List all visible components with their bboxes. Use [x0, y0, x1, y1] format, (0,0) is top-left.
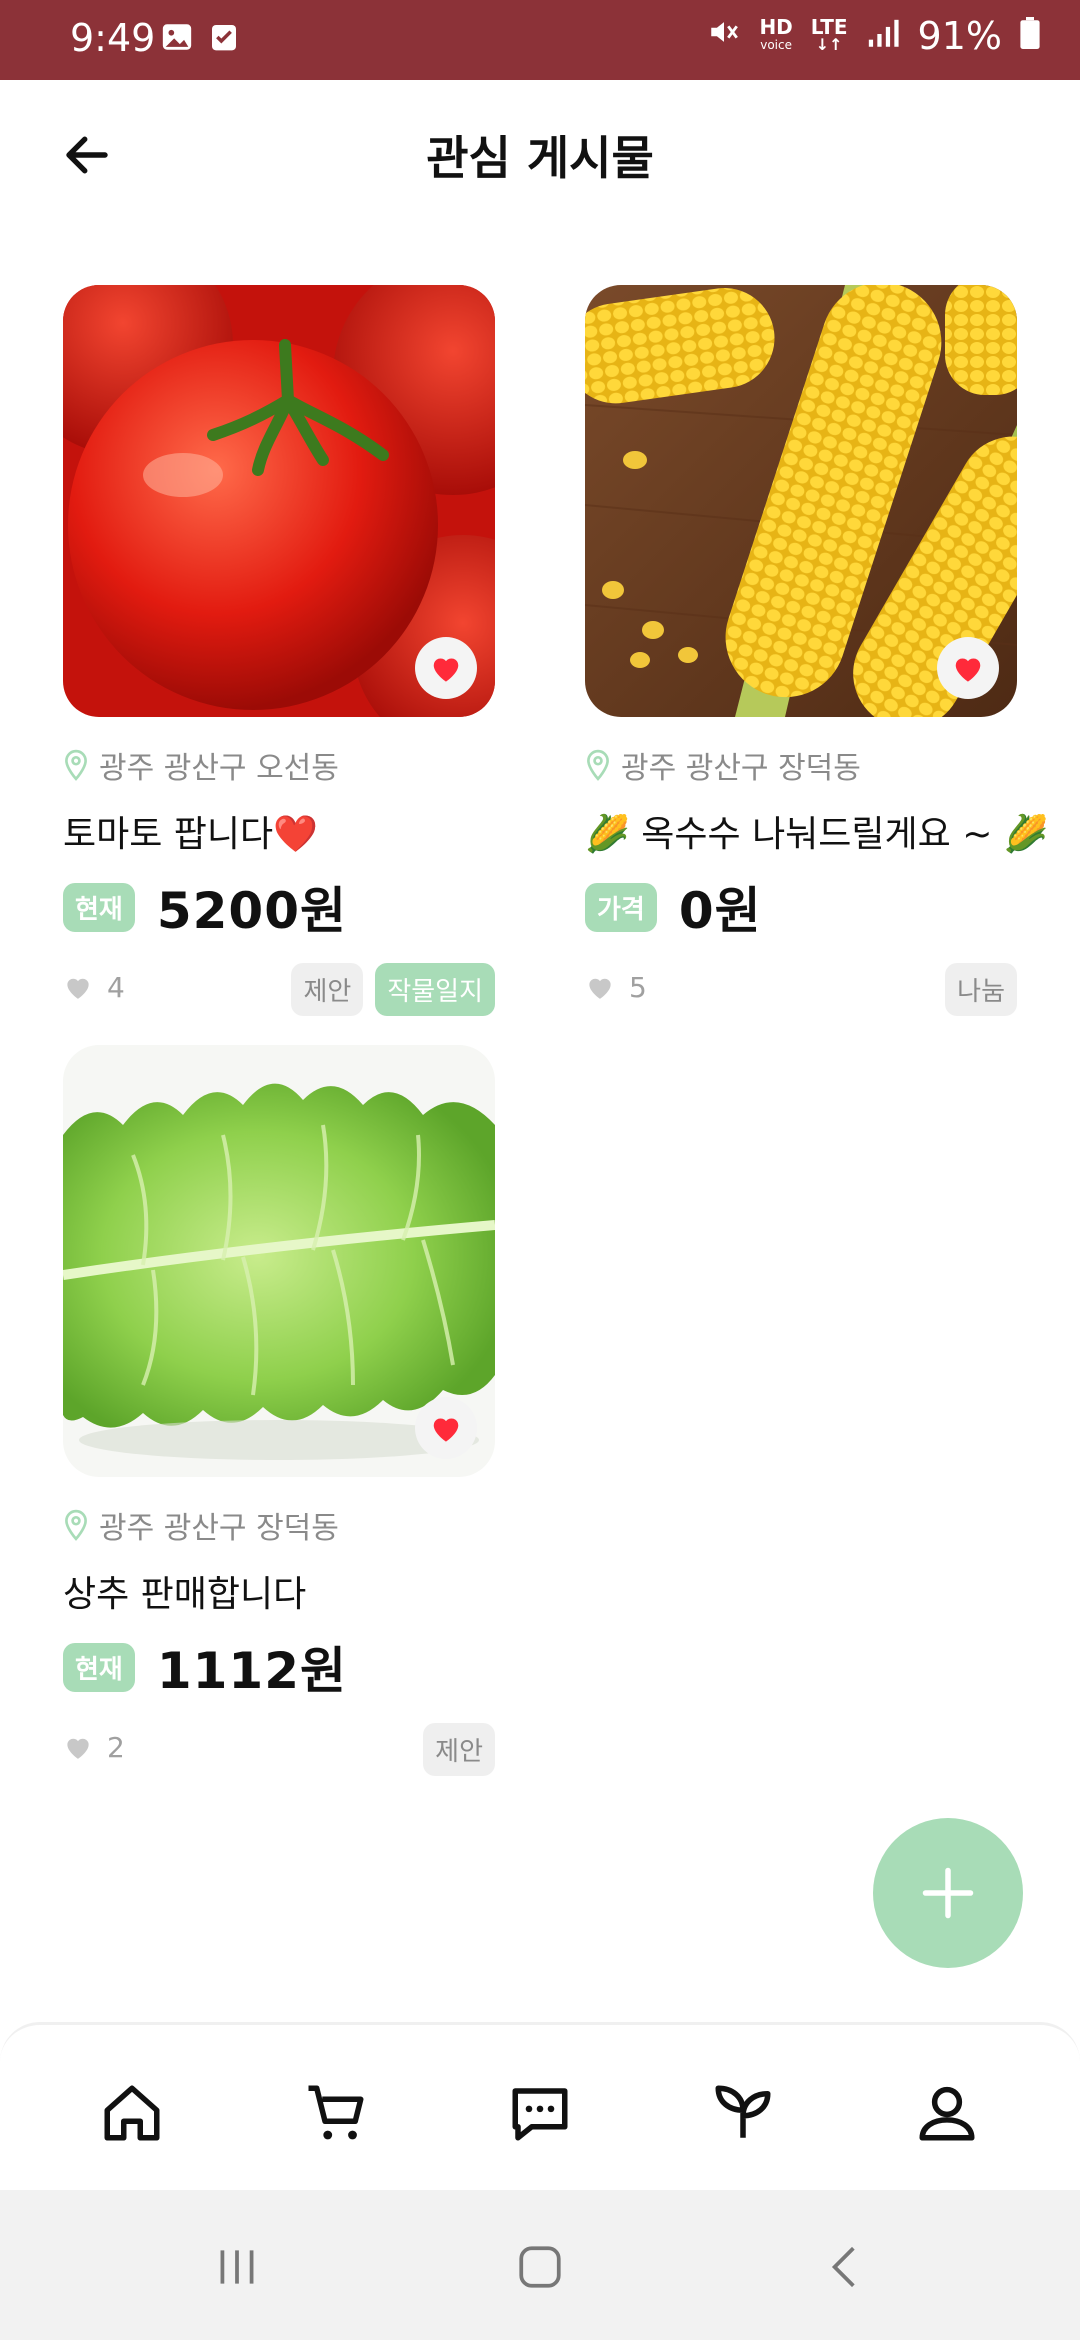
add-post-button[interactable] [873, 1818, 1023, 1968]
gallery-notification-icon [160, 20, 194, 58]
post-card[interactable]: 광주 광산구 오선동 토마토 팝니다❤️ 현재 5200원 4 제안 작물일지 [63, 285, 495, 1016]
heart-outline-icon [67, 1738, 89, 1759]
status-time: 9:49 [70, 16, 156, 60]
post-card[interactable]: 광주 광산구 장덕동 상추 판매합니다 현재 1112원 2 제안 [63, 1045, 495, 1776]
mute-icon [707, 14, 741, 58]
app-header: 관심 게시물 [0, 80, 1080, 230]
nav-home[interactable] [92, 2073, 172, 2153]
home-system-button[interactable] [515, 2242, 565, 2296]
tag-crop-diary[interactable]: 작물일지 [375, 963, 495, 1016]
task-notification-icon [208, 20, 240, 58]
recent-apps-button[interactable] [212, 2242, 262, 2296]
location-pin-icon [65, 749, 87, 781]
like-count: 4 [107, 970, 125, 1004]
nav-profile[interactable] [907, 2073, 987, 2153]
favorite-button[interactable] [415, 637, 477, 699]
price-value: 0원 [678, 882, 762, 940]
battery-percent: 91% [917, 14, 1002, 58]
price-value: 1112원 [156, 1642, 348, 1700]
status-bar: 9:49 HD voice LTE ↓↑ 91% [0, 0, 1080, 80]
tag-share: 나눔 [945, 963, 1017, 1016]
page-title: 관심 게시물 [426, 131, 654, 185]
post-meta: 4 제안 작물일지 [63, 963, 495, 1016]
signal-icon [866, 14, 900, 58]
home-icon [104, 2085, 160, 2141]
post-location: 광주 광산구 장덕동 [585, 743, 1017, 787]
price-badge: 현재 [63, 1642, 135, 1692]
price-row: 현재 1112원 [63, 1631, 495, 1703]
heart-outline-icon [67, 978, 89, 999]
post-image-lettuce[interactable] [63, 1045, 495, 1477]
plus-icon [922, 1867, 974, 1919]
recent-apps-icon [220, 2250, 254, 2284]
nav-crops[interactable] [703, 2073, 783, 2153]
tag-offer: 제안 [291, 963, 364, 1016]
heart-filled-icon [433, 658, 459, 682]
post-title[interactable]: 토마토 팝니다❤️ [63, 805, 495, 857]
post-title[interactable]: 🌽 옥수수 나눠드릴게요 ~ 🌽 [585, 805, 1049, 857]
location-pin-icon [587, 749, 609, 781]
bottom-navigation [0, 2022, 1080, 2193]
price-badge: 현재 [63, 882, 135, 932]
like-count: 5 [629, 970, 647, 1004]
nav-chat[interactable] [500, 2073, 580, 2153]
heart-filled-icon [955, 658, 981, 682]
post-meta: 5 나눔 [585, 963, 1017, 1016]
location-text: 광주 광산구 장덕동 [621, 751, 861, 786]
hd-voice-indicator: HD voice [759, 15, 793, 52]
battery-icon [1020, 14, 1040, 58]
post-location: 광주 광산구 오선동 [63, 743, 495, 787]
favorite-button[interactable] [937, 637, 999, 699]
like-count: 2 [107, 1730, 125, 1764]
post-location: 광주 광산구 장덕동 [63, 1503, 495, 1547]
post-card[interactable]: 광주 광산구 장덕동 🌽 옥수수 나눠드릴게요 ~ 🌽 가격 0원 5 나눔 [585, 285, 1049, 1016]
price-row: 현재 5200원 [63, 871, 495, 943]
heart-outline-icon [589, 978, 611, 999]
tag-offer: 제안 [423, 1723, 495, 1776]
post-image-tomato[interactable] [63, 285, 495, 717]
price-value: 5200원 [156, 882, 348, 940]
cart-icon [308, 2085, 364, 2140]
location-text: 광주 광산구 장덕동 [99, 1511, 339, 1546]
favorite-button[interactable] [415, 1397, 477, 1459]
sprout-icon [715, 2085, 771, 2138]
system-back-button[interactable] [820, 2242, 870, 2296]
post-title[interactable]: 상추 판매합니다 [63, 1565, 495, 1617]
nav-cart[interactable] [296, 2073, 376, 2153]
location-pin-icon [65, 1509, 87, 1541]
price-row: 가격 0원 [585, 871, 1017, 943]
system-navigation-bar [0, 2190, 1080, 2340]
price-badge: 가격 [585, 882, 657, 932]
post-image-corn[interactable] [585, 285, 1017, 717]
location-text: 광주 광산구 오선동 [99, 751, 339, 786]
lte-indicator: LTE ↓↑ [810, 15, 848, 54]
post-meta: 2 제안 [63, 1723, 495, 1776]
chat-icon [512, 2088, 568, 2141]
home-square-icon [519, 2246, 561, 2288]
chevron-left-icon [831, 2246, 855, 2288]
profile-icon [919, 2086, 975, 2141]
heart-filled-icon [433, 1418, 459, 1442]
